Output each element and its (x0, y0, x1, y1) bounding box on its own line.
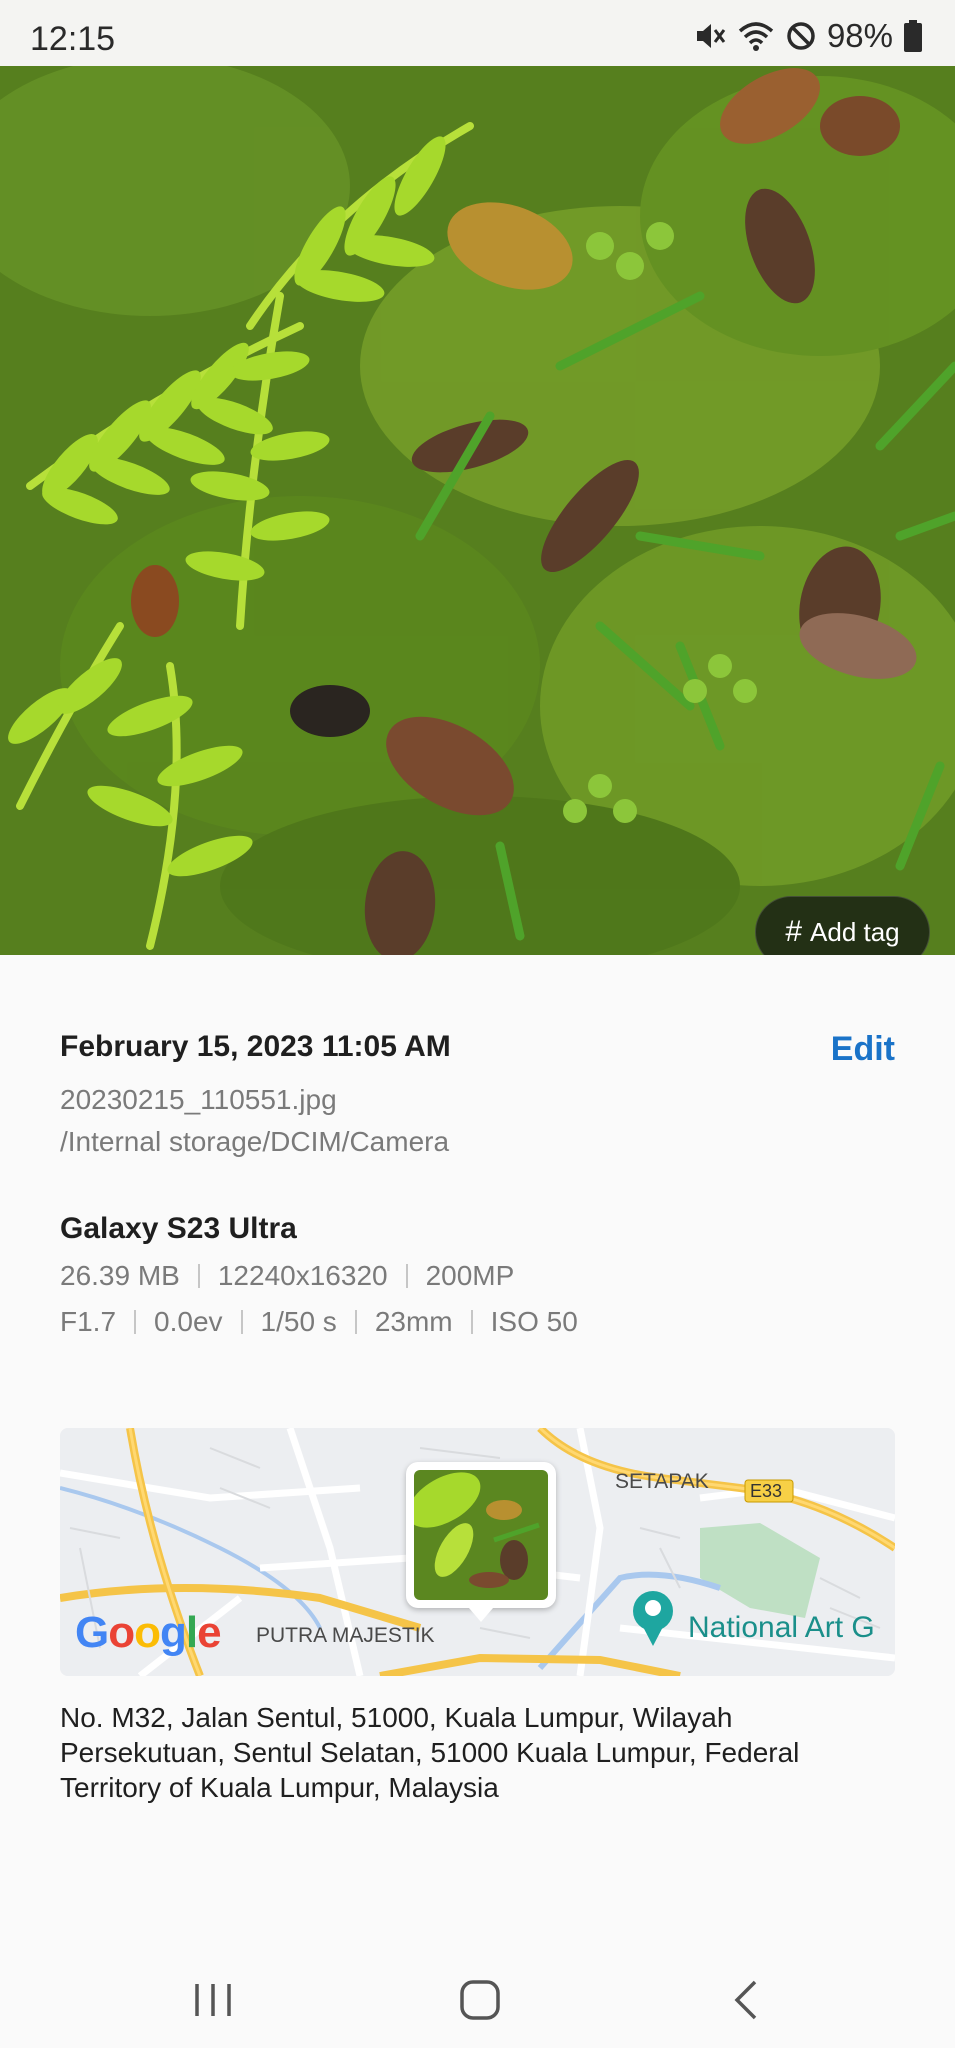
home-button[interactable] (450, 1970, 510, 2030)
file-size: 26.39 MB (60, 1260, 180, 1291)
camera-specs-row: F1.7 0.0ev 1/50 s 23mm ISO 50 (60, 1306, 895, 1338)
exposure-value: 0.0ev (154, 1306, 223, 1337)
photo-image (0, 66, 955, 955)
mute-icon (696, 24, 726, 48)
map-label-e33: E33 (750, 1481, 783, 1501)
device-name: Galaxy S23 Ultra (60, 1212, 297, 1245)
wifi-icon (738, 22, 774, 51)
do-not-disturb-icon (787, 22, 815, 50)
photo-preview[interactable]: # Add tag (0, 66, 955, 955)
focal-length: 23mm (374, 1306, 453, 1337)
map-label-putra-majestik: PUTRA MAJESTIK (256, 1624, 435, 1647)
photo-datetime: February 15, 2023 11:05 AM (60, 1030, 451, 1063)
google-logo: Google (75, 1608, 222, 1657)
status-icons: 98% (693, 16, 923, 56)
details-panel: February 15, 2023 11:05 AM Edit 20230215… (60, 1030, 895, 1338)
battery-icon (904, 20, 922, 52)
edit-button[interactable]: Edit (831, 1030, 895, 1069)
aperture: F1.7 (60, 1306, 117, 1337)
recent-apps-button[interactable] (183, 1970, 243, 2030)
map-pin-thumbnail (414, 1470, 548, 1600)
home-icon (460, 1980, 500, 2020)
file-path: /Internal storage/DCIM/Camera (60, 1126, 450, 1157)
location-address: No. M32, Jalan Sentul, 51000, Kuala Lump… (60, 1702, 800, 1803)
resolution: 12240x16320 (217, 1260, 388, 1291)
map-label-national-art: National Art G (688, 1611, 875, 1644)
divider (354, 1310, 357, 1334)
hash-icon: # (785, 915, 803, 948)
map-photo-pin[interactable] (406, 1462, 556, 1622)
back-icon (734, 1980, 757, 2020)
back-button[interactable] (717, 1970, 777, 2030)
navigation-bar (0, 1940, 955, 2048)
divider (240, 1310, 243, 1334)
battery-percentage: 98% (826, 17, 893, 54)
file-specs-row: 26.39 MB 12240x16320 200MP (60, 1260, 895, 1292)
divider (197, 1264, 200, 1288)
megapixels: 200MP (425, 1260, 515, 1291)
recent-apps-icon (195, 1984, 231, 2016)
file-name: 20230215_110551.jpg (60, 1084, 337, 1115)
date-row: February 15, 2023 11:05 AM Edit (60, 1030, 895, 1074)
screen: 12:15 98% # Add tag February 15, 2023 11… (0, 0, 955, 2048)
shutter-speed: 1/50 s (260, 1306, 337, 1337)
map-label-setapak: SETAPAK (615, 1470, 709, 1493)
add-tag-label: Add tag (810, 916, 900, 947)
iso: ISO 50 (490, 1306, 578, 1337)
add-tag-button[interactable]: # Add tag (755, 896, 930, 955)
location-map[interactable]: SETAPAK E33 PUTRA MAJESTIK National Art … (60, 1428, 895, 1676)
status-time: 12:15 (30, 20, 116, 58)
status-bar: 12:15 98% (0, 0, 955, 66)
divider (405, 1264, 408, 1288)
divider (134, 1310, 137, 1334)
divider (470, 1310, 473, 1334)
